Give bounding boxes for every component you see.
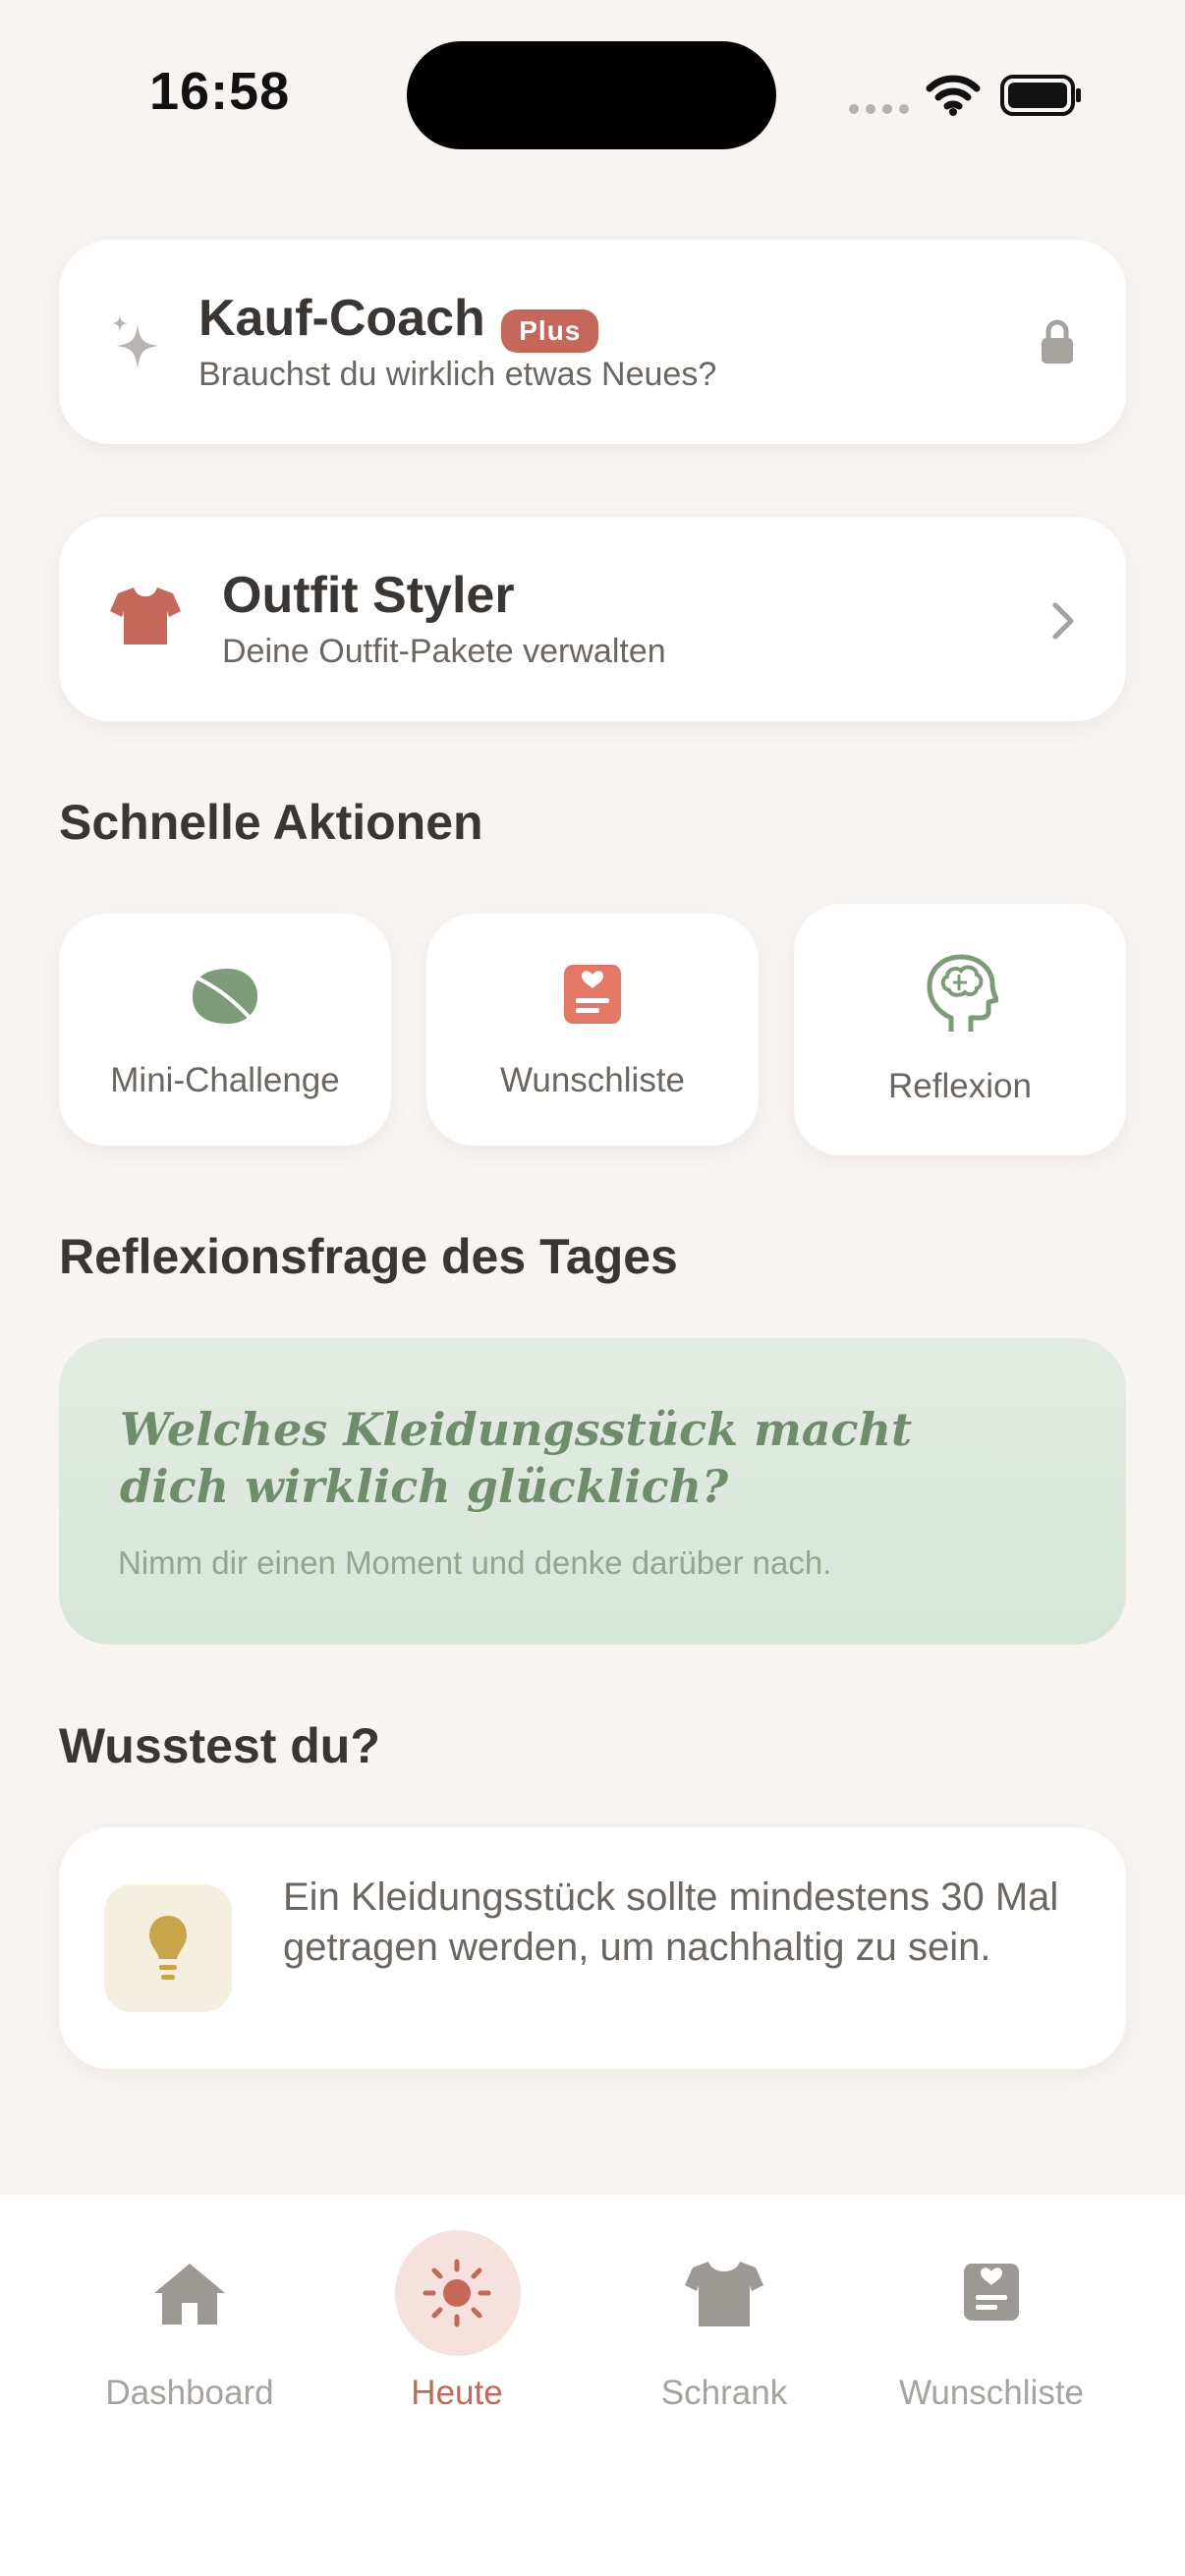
shirt-icon: [110, 588, 181, 644]
did-you-know-text: Ein Kleidungsstück sollte mindestens 30 …: [283, 1876, 1059, 1969]
kauf-coach-title: Kauf-Coach: [198, 290, 485, 347]
shirt-icon: [685, 2262, 763, 2326]
chevron-right-icon: [1052, 602, 1074, 640]
outfit-styler-subtitle: Deine Outfit-Pakete verwalten: [222, 633, 666, 670]
battery-icon: [1000, 75, 1081, 116]
wishlist-icon: [964, 2264, 1019, 2321]
kauf-coach-subtitle: Brauchst du wirklich etwas Neues?: [198, 356, 717, 393]
tab-label: Schrank: [660, 2374, 788, 2412]
reflexion-label: Reflexion: [888, 1067, 1032, 1105]
tab-label: Wunschliste: [898, 2374, 1085, 2412]
dynamic-island: [407, 41, 776, 149]
tab-label: Heute: [411, 2374, 503, 2412]
kauf-coach-card[interactable]: Kauf-Coach Plus Brauchst du wirklich etw…: [59, 240, 1126, 444]
wishlist-label: Wunschliste: [499, 1061, 686, 1099]
did-you-know-card: Ein Kleidungsstück sollte mindestens 30 …: [59, 1827, 1126, 2069]
tip-icon-container: [104, 1884, 232, 2012]
tab-label: Dashboard: [105, 2374, 274, 2412]
leaf-icon: [193, 969, 257, 1026]
plus-badge: Plus: [501, 308, 599, 353]
reflection-card: Welches Kleidungsstück macht dich wirkli…: [59, 1338, 1126, 1645]
mini-challenge-button[interactable]: Mini-Challenge: [59, 914, 391, 1146]
lightbulb-icon: [149, 1916, 187, 1980]
reflexion-button[interactable]: Reflexion: [794, 904, 1126, 1155]
quick-actions-title: Schnelle Aktionen: [59, 795, 483, 850]
wishlist-button[interactable]: Wunschliste: [426, 914, 759, 1146]
mini-challenge-label: Mini-Challenge: [110, 1061, 340, 1099]
lock-icon: [1042, 319, 1073, 364]
wishlist-icon: [564, 965, 621, 1024]
sparkles-icon: [112, 314, 159, 369]
wifi-icon: [926, 75, 981, 116]
tab-bar: Dashboard Heute Schrank Wunschliste: [0, 2195, 1185, 2576]
home-icon: [154, 2264, 225, 2324]
did-you-know-title: Wusstest du?: [59, 1718, 380, 1773]
outfit-styler-title: Outfit Styler: [222, 567, 515, 624]
status-time: 16:58: [149, 62, 291, 121]
brain-head-icon: [927, 954, 998, 1032]
outfit-styler-card[interactable]: Outfit Styler Deine Outfit-Pakete verwal…: [59, 517, 1126, 721]
sun-icon: [423, 2259, 491, 2327]
reflection-question: Welches Kleidungsstück macht dich wirkli…: [120, 1403, 913, 1513]
reflection-hint: Nimm dir einen Moment und denke darüber …: [118, 1544, 832, 1581]
cellular-signal-icon: [849, 104, 909, 114]
reflection-section-title: Reflexionsfrage des Tages: [59, 1229, 678, 1284]
